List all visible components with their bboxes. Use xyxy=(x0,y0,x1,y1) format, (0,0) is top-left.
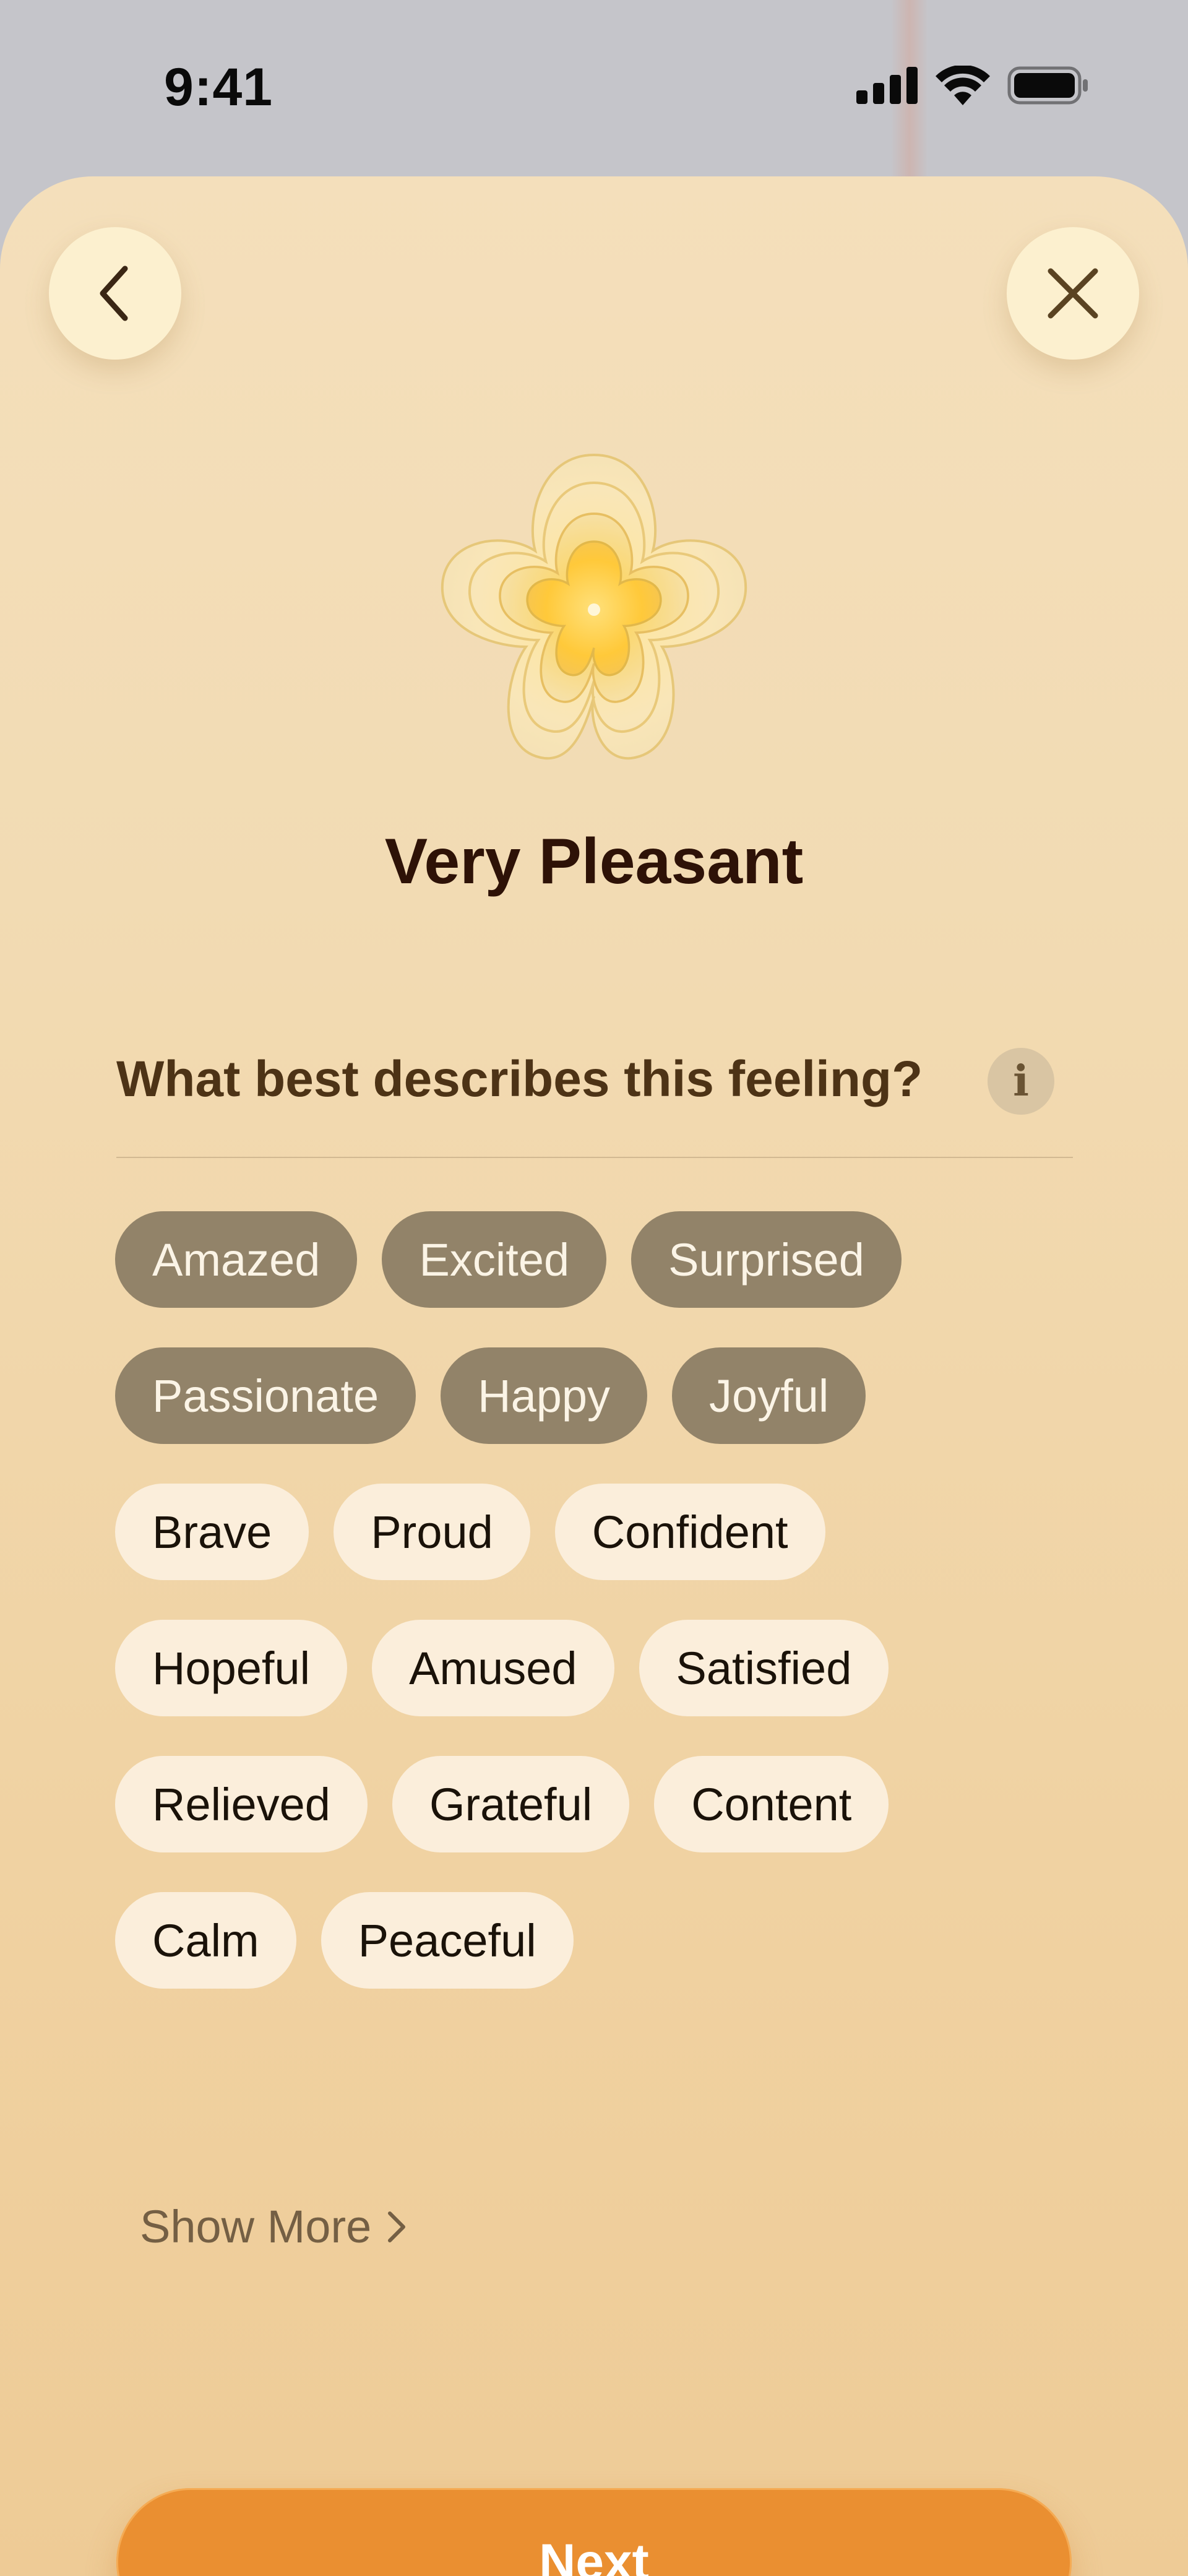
chevron-left-icon xyxy=(100,266,128,321)
chip-satisfied[interactable]: Satisfied xyxy=(639,1620,889,1716)
next-button-label: Next xyxy=(539,2534,649,2576)
chip-hopeful[interactable]: Hopeful xyxy=(115,1620,348,1716)
chip-proud[interactable]: Proud xyxy=(334,1484,530,1580)
wifi-icon xyxy=(936,66,990,105)
show-more-link[interactable]: Show More xyxy=(140,2200,408,2253)
battery-icon xyxy=(1007,66,1088,105)
chip-joyful[interactable]: Joyful xyxy=(672,1347,866,1444)
back-button[interactable] xyxy=(49,227,181,360)
chip-row: Calm Peaceful xyxy=(115,1892,1080,1989)
chevron-right-icon xyxy=(388,2211,406,2242)
chip-content[interactable]: Content xyxy=(654,1756,889,1852)
chip-happy[interactable]: Happy xyxy=(441,1347,648,1444)
chip-relieved[interactable]: Relieved xyxy=(115,1756,368,1852)
close-button[interactable] xyxy=(1007,227,1139,360)
info-icon: i xyxy=(1013,1057,1029,1106)
mood-title: Very Pleasant xyxy=(384,826,804,897)
mood-sheet: Very Pleasant What best describes this f… xyxy=(0,176,1188,2576)
chip-brave[interactable]: Brave xyxy=(115,1484,309,1580)
chip-grateful[interactable]: Grateful xyxy=(392,1756,630,1852)
chip-amazed[interactable]: Amazed xyxy=(115,1211,358,1308)
cellular-signal-icon xyxy=(856,67,918,104)
chip-surprised[interactable]: Surprised xyxy=(631,1211,902,1308)
status-bar: 9:41 xyxy=(0,0,1188,176)
chip-calm[interactable]: Calm xyxy=(115,1892,296,1989)
close-icon xyxy=(1048,268,1098,319)
chip-row: Relieved Grateful Content xyxy=(115,1756,1080,1852)
emotion-chips: Amazed Excited Surprised Passionate Happ… xyxy=(115,1211,1080,2028)
next-button[interactable]: Next xyxy=(116,2488,1072,2576)
chip-row: Brave Proud Confident xyxy=(115,1484,1080,1580)
chip-confident[interactable]: Confident xyxy=(554,1484,825,1580)
chip-amused[interactable]: Amused xyxy=(372,1620,614,1716)
chip-row: Hopeful Amused Satisfied xyxy=(115,1620,1080,1716)
info-button[interactable]: i xyxy=(988,1048,1054,1115)
flower-icon xyxy=(441,454,747,760)
show-more-label: Show More xyxy=(140,2201,372,2252)
question-text: What best describes this feeling? xyxy=(116,1051,923,1107)
chip-peaceful[interactable]: Peaceful xyxy=(321,1892,574,1989)
status-time: 9:41 xyxy=(164,58,273,117)
chip-row: Amazed Excited Surprised xyxy=(115,1211,1080,1308)
question-row: What best describes this feeling? i xyxy=(116,1048,1073,1158)
chip-passionate[interactable]: Passionate xyxy=(115,1347,416,1444)
chip-excited[interactable]: Excited xyxy=(382,1211,607,1308)
chip-row: Passionate Happy Joyful xyxy=(115,1347,1080,1444)
status-icons xyxy=(856,66,1089,105)
